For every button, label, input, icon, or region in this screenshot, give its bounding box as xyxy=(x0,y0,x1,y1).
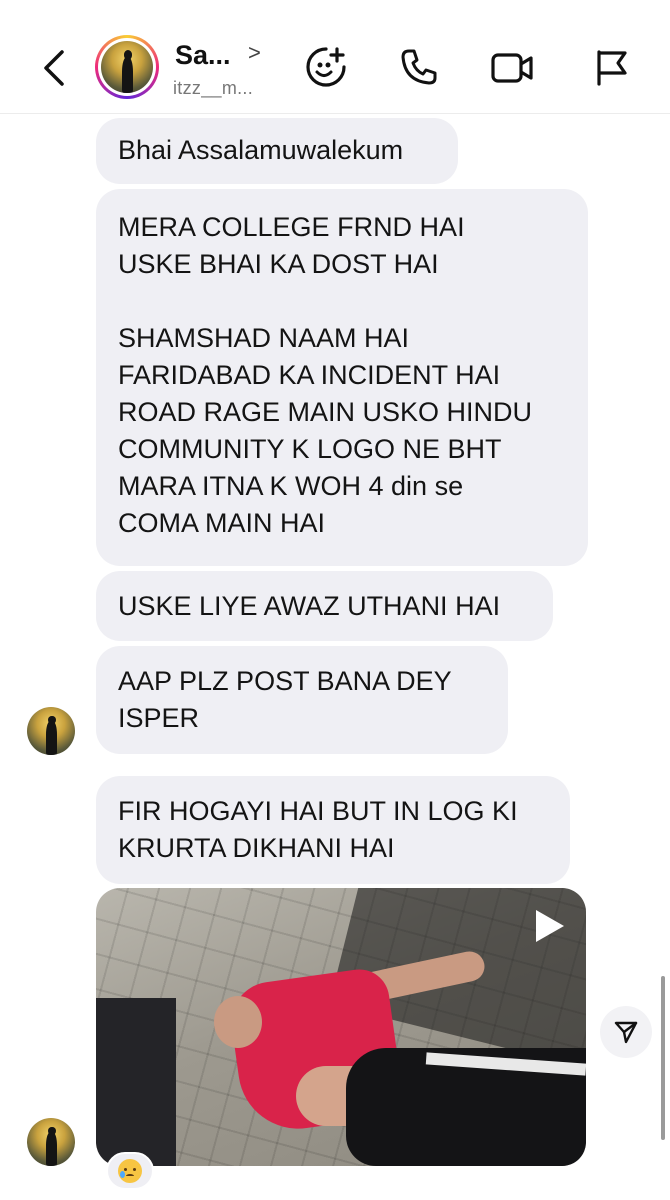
profile-avatar[interactable] xyxy=(95,35,159,99)
message-bubble[interactable]: Bhai Assalamuwalekum xyxy=(96,118,458,184)
sender-avatar[interactable] xyxy=(27,1118,75,1166)
message-bubble[interactable]: MERA COLLEGE FRND HAI USKE BHAI KA DOST … xyxy=(96,189,588,566)
flag-icon xyxy=(597,50,627,86)
message-bubble[interactable]: FIR HOGAYI HAI BUT IN LOG KI KRURTA DIKH… xyxy=(96,776,570,884)
message-text: FIR HOGAYI HAI BUT IN LOG KI KRURTA DIKH… xyxy=(118,796,518,863)
video-message[interactable] xyxy=(96,888,586,1166)
message-text: AAP PLZ POST BANA DEY ISPER xyxy=(118,666,452,733)
chevron-left-icon xyxy=(44,50,64,86)
message-text: Bhai Assalamuwalekum xyxy=(118,135,404,165)
play-icon[interactable] xyxy=(528,906,568,946)
message-text: USKE LIYE AWAZ UTHANI HAI xyxy=(118,591,501,621)
message-text: MERA COLLEGE FRND HAI USKE BHAI KA DOST … xyxy=(118,212,533,538)
contact-name[interactable]: Sa... xyxy=(175,40,231,71)
contact-username: itzz__m... xyxy=(173,78,254,98)
share-button[interactable] xyxy=(600,1006,652,1058)
chat-header: Sa... > itzz__m... xyxy=(0,0,670,114)
call-button[interactable] xyxy=(396,44,442,90)
sticker-add-icon xyxy=(306,47,346,87)
video-call-button[interactable] xyxy=(489,44,535,90)
crying-face-icon xyxy=(118,1159,142,1183)
effects-button[interactable] xyxy=(303,44,349,90)
paper-plane-icon xyxy=(614,1021,638,1044)
scrollbar[interactable] xyxy=(661,976,665,1140)
video-camera-icon xyxy=(491,53,533,83)
phone-icon xyxy=(401,49,437,85)
reaction-badge[interactable] xyxy=(106,1152,154,1190)
report-button[interactable] xyxy=(588,44,634,90)
message-bubble[interactable]: AAP PLZ POST BANA DEY ISPER xyxy=(96,646,508,754)
back-button[interactable] xyxy=(36,48,72,88)
chevron-right-icon: > xyxy=(248,40,261,65)
sender-avatar[interactable] xyxy=(27,707,75,755)
message-bubble[interactable]: USKE LIYE AWAZ UTHANI HAI xyxy=(96,571,553,641)
